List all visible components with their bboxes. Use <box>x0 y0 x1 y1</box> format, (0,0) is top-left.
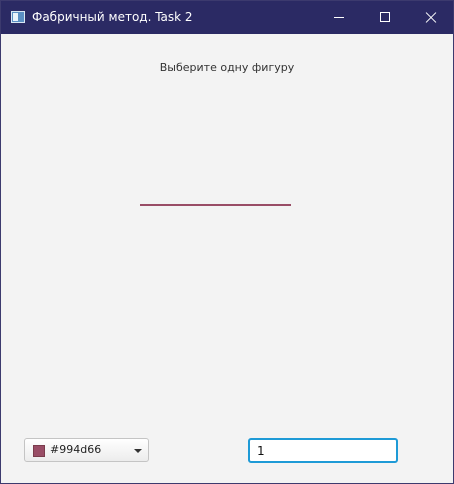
maximize-button[interactable] <box>362 1 408 33</box>
drawn-shape-line <box>140 204 291 206</box>
app-icon <box>11 11 25 23</box>
minimize-button[interactable] <box>316 1 362 33</box>
size-input[interactable] <box>248 438 398 463</box>
app-window: Фабричный метод. Task 2 Выберите одну фи… <box>0 0 454 484</box>
close-button[interactable] <box>408 1 454 33</box>
chevron-down-icon[interactable] <box>134 449 142 453</box>
color-swatch <box>33 445 45 457</box>
color-value-label: #994d66 <box>50 443 102 456</box>
color-picker[interactable]: #994d66 <box>24 438 149 462</box>
title-bar[interactable]: Фабричный метод. Task 2 <box>1 1 453 34</box>
window-title: Фабричный метод. Task 2 <box>32 10 193 24</box>
prompt-label: Выберите одну фигуру <box>159 61 295 74</box>
